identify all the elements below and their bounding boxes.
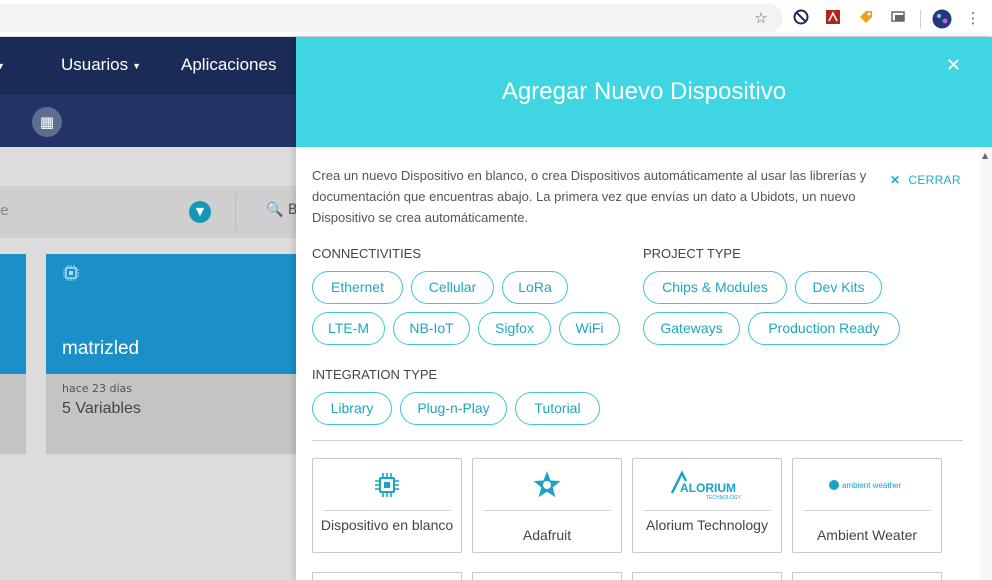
project-type-title: PROJECT TYPE xyxy=(643,246,741,261)
pdf-icon[interactable] xyxy=(824,9,842,27)
ambient-logo-text: ambient weather xyxy=(842,481,901,490)
tile-divider xyxy=(803,510,931,511)
table-view-icon[interactable]: ▦ xyxy=(32,107,62,137)
chip-icon xyxy=(62,264,82,284)
avatar[interactable] xyxy=(932,9,952,29)
tile-divider xyxy=(323,510,451,511)
star-icon[interactable]: ☆ xyxy=(752,9,770,27)
tag-production-ready[interactable]: Production Ready xyxy=(748,312,900,345)
device-card[interactable] xyxy=(0,254,26,454)
tag-library[interactable]: Library xyxy=(312,392,392,425)
tag-lora[interactable]: LoRa xyxy=(502,271,568,304)
toolbar-separator xyxy=(920,10,921,28)
ambient-weather-logo: ambient weather xyxy=(793,467,941,503)
search-icon: 🔍 xyxy=(266,202,284,218)
tag-nb-iot[interactable]: NB-IoT xyxy=(393,312,470,345)
chevron-down-icon[interactable]: ▼ xyxy=(189,201,211,223)
card-header xyxy=(0,254,26,374)
tile-divider xyxy=(483,510,611,511)
alorium-logo-subtext: TECHNOLOGY xyxy=(706,495,742,501)
card-time: hace 23 días xyxy=(62,382,133,395)
connectivities-title: CONNECTIVITIES xyxy=(312,246,422,261)
menu-icon[interactable]: ⋮ xyxy=(964,9,982,27)
nav-applications[interactable]: Aplicaciones xyxy=(181,55,276,75)
intro-text: Crea un nuevo Dispositivo en blanco, o c… xyxy=(312,168,867,225)
device-tile-ambient[interactable]: ambient weather Ambient Weater xyxy=(792,458,942,553)
block-icon[interactable] xyxy=(792,9,810,27)
device-tile-blank[interactable]: Dispositivo en blanco xyxy=(312,458,462,553)
adafruit-star-icon xyxy=(473,467,621,503)
scrollbar[interactable] xyxy=(980,147,992,580)
scroll-up-arrow[interactable]: ▲ xyxy=(982,151,988,160)
tile-label: Alorium Technology xyxy=(646,517,768,533)
cast-icon[interactable] xyxy=(889,9,907,27)
device-tile-next[interactable] xyxy=(312,572,462,580)
panel-title: Agregar Nuevo Dispositivo xyxy=(501,78,787,105)
tile-divider xyxy=(643,510,771,511)
tag-gateways[interactable]: Gateways xyxy=(643,312,740,345)
alorium-logo: ALORIUM TECHNOLOGY xyxy=(633,467,781,503)
device-tile-alorium[interactable]: ALORIUM TECHNOLOGY Alorium Technology xyxy=(632,458,782,553)
tag-dev-kits[interactable]: Dev Kits xyxy=(795,271,882,304)
tag-sigfox[interactable]: Sigfox xyxy=(478,312,551,345)
device-tile-next[interactable] xyxy=(632,572,782,580)
browser-toolbar: ☆ ⋮ xyxy=(0,0,992,37)
close-button[interactable]: ✕ CERRAR xyxy=(890,173,961,187)
device-tile-adafruit[interactable]: Adafruit xyxy=(472,458,622,553)
tag-icon[interactable] xyxy=(857,9,875,27)
nav-users[interactable]: Usuarios ▼ xyxy=(61,55,141,75)
card-title: matrizled xyxy=(62,338,140,359)
card-header: matrizled xyxy=(46,254,296,374)
filter-divider xyxy=(235,194,236,230)
search-field[interactable]: 🔍 B xyxy=(266,202,298,218)
tile-label: Ambient Weater xyxy=(816,527,918,543)
tile-label: Adafruit xyxy=(522,527,572,543)
add-device-panel: Agregar Nuevo Dispositivo ✕ ▲ Crea un nu… xyxy=(296,37,992,580)
close-icon[interactable]: ✕ xyxy=(946,55,961,76)
panel-header: Agregar Nuevo Dispositivo ✕ xyxy=(296,37,992,147)
filter-input[interactable]: e xyxy=(0,203,9,219)
tag-lte-m[interactable]: LTE-M xyxy=(312,312,385,345)
tag-wifi[interactable]: WiFi xyxy=(559,312,620,345)
tag-ethernet[interactable]: Ethernet xyxy=(312,271,403,304)
device-tile-next[interactable] xyxy=(792,572,942,580)
tag-chips-modules[interactable]: Chips & Modules xyxy=(643,271,787,304)
tag-plug-n-play[interactable]: Plug-n-Play xyxy=(400,392,507,425)
tag-tutorial[interactable]: Tutorial xyxy=(515,392,600,425)
chip-icon xyxy=(313,467,461,503)
device-card-matrizled[interactable]: matrizled hace 23 días 5 Variables xyxy=(46,254,296,454)
nav-caret-fragment[interactable]: ▼ xyxy=(0,55,5,75)
tile-label: Dispositivo en blanco xyxy=(320,517,454,533)
address-bar[interactable] xyxy=(0,4,783,32)
device-tile-next[interactable] xyxy=(472,572,622,580)
divider xyxy=(312,440,963,441)
card-variables: 5 Variables xyxy=(62,400,141,417)
integration-type-title: INTEGRATION TYPE xyxy=(312,367,438,382)
alorium-logo-text: ALORIUM xyxy=(680,481,736,495)
tag-cellular[interactable]: Cellular xyxy=(411,271,494,304)
